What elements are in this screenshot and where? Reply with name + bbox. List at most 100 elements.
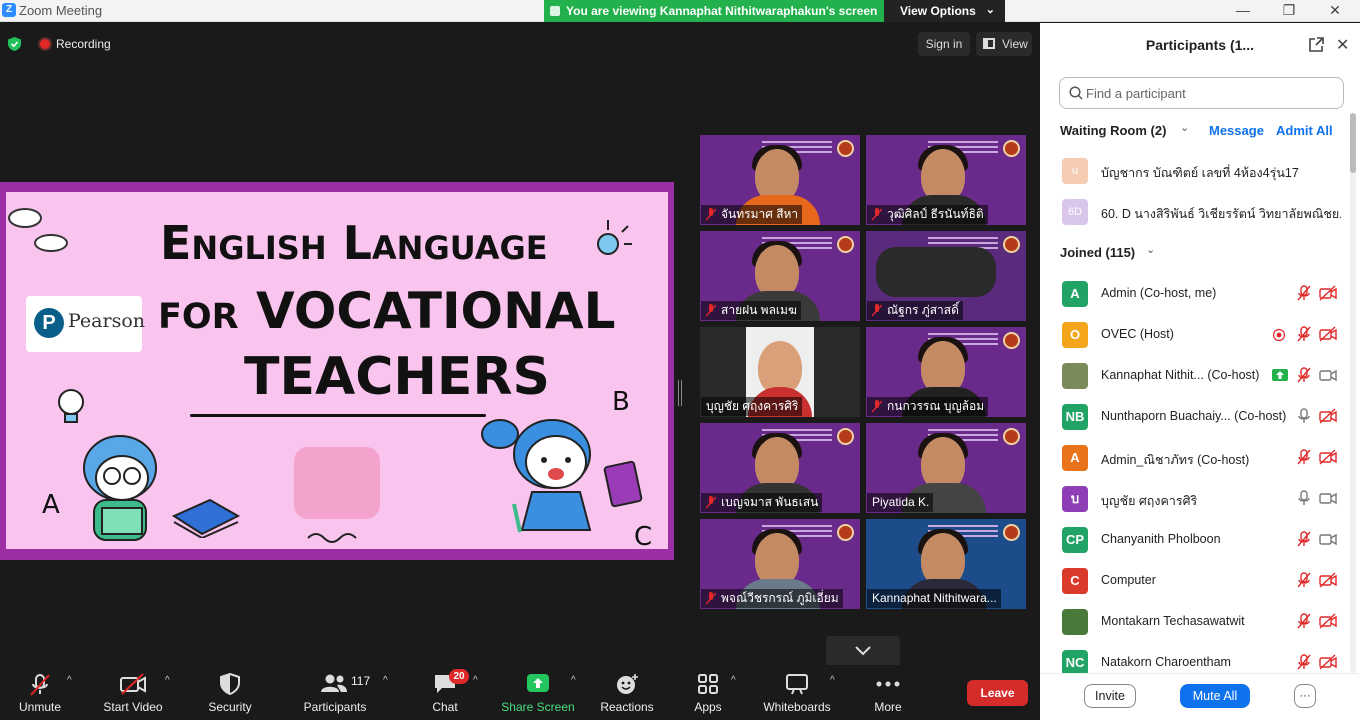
panel-more-button[interactable]: ··· bbox=[1294, 684, 1316, 708]
video-tile[interactable]: เบญจมาส พันธเสน bbox=[700, 423, 860, 513]
start-video-button[interactable]: Start Video bbox=[100, 665, 166, 720]
mic-status[interactable] bbox=[1296, 613, 1312, 634]
whiteboards-options-caret[interactable]: ^ bbox=[830, 675, 835, 686]
search-input[interactable] bbox=[1086, 84, 1336, 102]
mute-all-button[interactable]: Mute All bbox=[1180, 684, 1250, 708]
minimize-button[interactable]: — bbox=[1220, 0, 1266, 22]
whiteboards-button[interactable]: Whiteboards bbox=[760, 665, 834, 720]
maximize-button[interactable]: ❐ bbox=[1266, 0, 1312, 22]
waiting-room-title[interactable]: Waiting Room (2) bbox=[1060, 123, 1166, 138]
chevron-down-icon[interactable]: ⌄ bbox=[1146, 243, 1155, 256]
letter-a: A bbox=[42, 490, 60, 520]
view-button[interactable]: View bbox=[976, 32, 1032, 56]
video-status[interactable] bbox=[1319, 531, 1337, 552]
view-options-button[interactable]: View Options ⌄ bbox=[884, 0, 1005, 22]
close-panel-icon[interactable]: ✕ bbox=[1336, 35, 1349, 55]
office-chair bbox=[876, 247, 996, 297]
video-status[interactable] bbox=[1319, 408, 1337, 429]
sign-in-button[interactable]: Sign in bbox=[918, 32, 970, 56]
video-off-icon bbox=[1319, 285, 1337, 301]
video-status[interactable] bbox=[1319, 572, 1337, 593]
pop-out-icon[interactable] bbox=[1308, 37, 1324, 53]
waiting-room-row[interactable]: u บัญชากร บัณฑิตย์ เลขที่ 4ห้อง4รุ่น17 bbox=[1040, 150, 1350, 191]
mic-status[interactable] bbox=[1296, 654, 1312, 675]
participant-row[interactable]: C Computer bbox=[1040, 560, 1350, 601]
mic-status[interactable] bbox=[1296, 326, 1312, 347]
video-tile[interactable]: กนกวรรณ บุญล้อม bbox=[866, 327, 1026, 417]
close-window-button[interactable]: ✕ bbox=[1312, 0, 1358, 22]
microphone-muted-icon bbox=[30, 674, 50, 696]
video-tile[interactable]: Piyatida K. bbox=[866, 423, 1026, 513]
scrollbar-thumb[interactable] bbox=[1350, 113, 1356, 173]
share-screen-button[interactable]: Share Screen bbox=[500, 665, 576, 720]
video-status[interactable] bbox=[1319, 449, 1337, 470]
mic-status[interactable] bbox=[1296, 285, 1312, 306]
message-link[interactable]: Message bbox=[1209, 123, 1264, 138]
video-icon bbox=[1319, 533, 1337, 546]
participant-name-label: สายฝน พลเมฆ bbox=[701, 301, 801, 320]
unmute-button[interactable]: Unmute bbox=[14, 665, 66, 720]
video-status[interactable] bbox=[1319, 654, 1337, 675]
apps-button[interactable]: Apps bbox=[688, 665, 728, 720]
mic-status[interactable] bbox=[1296, 572, 1312, 593]
participant-row[interactable]: Montakarn Techasawatwit bbox=[1040, 601, 1350, 642]
cloud-icon bbox=[8, 208, 42, 228]
participant-name: Computer bbox=[1101, 573, 1156, 587]
mic-status[interactable] bbox=[1296, 408, 1312, 429]
video-tile[interactable]: วุฒิศิลป์ ธีรนันท์ธิติ bbox=[866, 135, 1026, 225]
audio-options-caret[interactable]: ^ bbox=[67, 675, 72, 686]
participant-search[interactable] bbox=[1059, 77, 1344, 109]
chevron-down-icon[interactable]: ⌄ bbox=[1180, 121, 1189, 134]
participant-row[interactable]: CP Chanyanith Pholboon bbox=[1040, 519, 1350, 560]
microphone-muted-icon bbox=[872, 304, 882, 317]
book-illustration bbox=[171, 498, 241, 538]
slide-title-line-1: English Language bbox=[160, 216, 548, 270]
record-icon bbox=[1272, 328, 1286, 342]
joined-title[interactable]: Joined (115) bbox=[1060, 245, 1135, 260]
share-options-caret[interactable]: ^ bbox=[571, 675, 576, 686]
video-tile[interactable]: บุญชัย ศฤงคารศิริ bbox=[700, 327, 860, 417]
participant-row[interactable]: NB Nunthaporn Buachaiy... (Co-host) bbox=[1040, 396, 1350, 437]
more-button[interactable]: More bbox=[866, 665, 910, 720]
video-status[interactable] bbox=[1319, 490, 1337, 511]
video-status[interactable] bbox=[1319, 613, 1337, 634]
waiting-room-row[interactable]: 6D 60. D นางสิริพันธ์ วิเชียรรัตน์ วิทยาล… bbox=[1040, 191, 1350, 232]
admit-all-link[interactable]: Admit All bbox=[1276, 123, 1333, 138]
participant-row[interactable]: A Admin_ณิชาภัทร (Co-host) bbox=[1040, 437, 1350, 478]
panel-scrollbar[interactable] bbox=[1350, 113, 1356, 673]
apps-options-caret[interactable]: ^ bbox=[731, 675, 736, 686]
invite-button[interactable]: Invite bbox=[1084, 684, 1136, 708]
mic-status[interactable] bbox=[1296, 449, 1312, 470]
mic-status[interactable] bbox=[1296, 367, 1312, 388]
video-tile[interactable]: จันทรมาศ สีหา bbox=[700, 135, 860, 225]
video-tile[interactable]: ณัฐกร ภู่สาสดิ์ bbox=[866, 231, 1026, 321]
video-tile[interactable]: สายฝน พลเมฆ bbox=[700, 231, 860, 321]
security-shield-icon[interactable] bbox=[8, 37, 21, 51]
security-button[interactable]: Security bbox=[204, 665, 256, 720]
recording-indicator[interactable]: Recording bbox=[38, 36, 111, 52]
microphone-muted-icon bbox=[1297, 367, 1311, 383]
video-status[interactable] bbox=[1319, 285, 1337, 306]
institution-logo-icon bbox=[837, 140, 854, 157]
participant-row[interactable]: O OVEC (Host) bbox=[1040, 314, 1350, 355]
video-status[interactable] bbox=[1319, 367, 1337, 388]
participant-name: บัญชากร บัณฑิตย์ เลขที่ 4ห้อง4รุ่น17 bbox=[1101, 166, 1299, 180]
video-tile[interactable]: พจณ์วีชรกรณ์ ภูมิเอี่ยม bbox=[700, 519, 860, 609]
participant-row[interactable]: บ บุญชัย ศฤงคารศิริ bbox=[1040, 478, 1350, 519]
mic-status[interactable] bbox=[1296, 490, 1312, 511]
institution-logo-icon bbox=[1003, 236, 1020, 253]
participant-name: OVEC (Host) bbox=[1101, 327, 1174, 341]
institution-logo-icon bbox=[1003, 332, 1020, 349]
participant-row[interactable]: A Admin (Co-host, me) bbox=[1040, 273, 1350, 314]
video-status[interactable] bbox=[1319, 326, 1337, 347]
leave-button[interactable]: Leave bbox=[967, 680, 1028, 706]
video-options-caret[interactable]: ^ bbox=[165, 675, 170, 686]
shared-screen[interactable]: P Pearson English Language for VOCATIONA… bbox=[0, 182, 674, 560]
chat-options-caret[interactable]: ^ bbox=[473, 675, 478, 686]
reactions-button[interactable]: Reactions bbox=[598, 665, 656, 720]
splitter-handle[interactable] bbox=[678, 380, 682, 406]
mic-status[interactable] bbox=[1296, 531, 1312, 552]
video-tile[interactable]: Kannaphat Nithitwara... bbox=[866, 519, 1026, 609]
participant-row[interactable]: Kannaphat Nithit... (Co-host) bbox=[1040, 355, 1350, 396]
participants-options-caret[interactable]: ^ bbox=[383, 675, 388, 686]
